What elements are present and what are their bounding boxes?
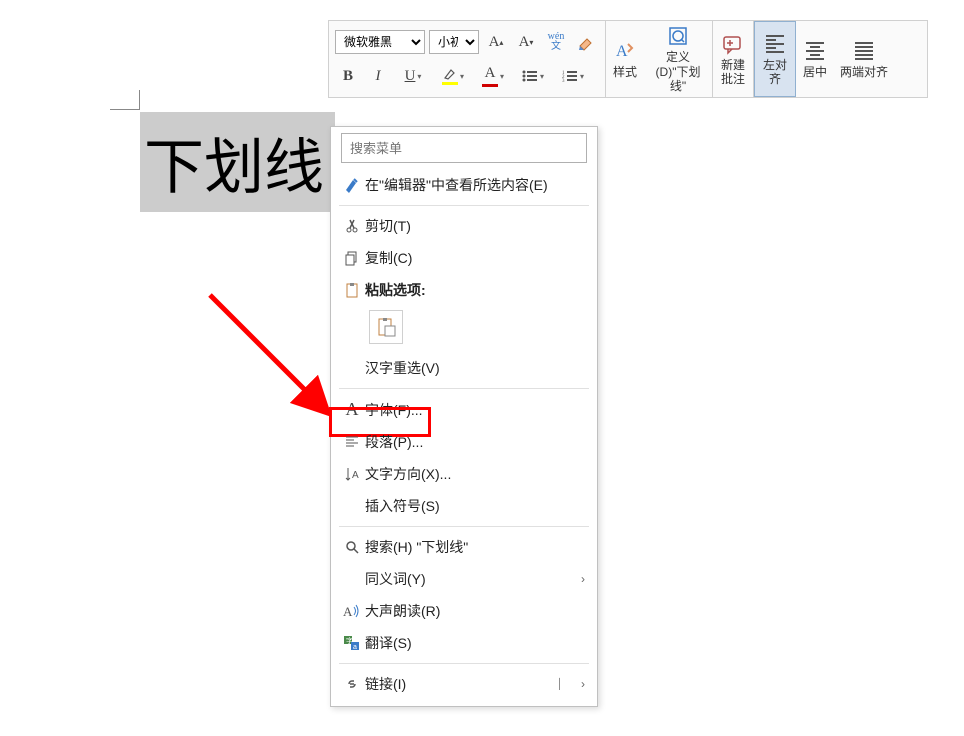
align-justify-button[interactable]: 两端对齐 bbox=[834, 21, 894, 97]
menu-copy[interactable]: 复制(C) bbox=[331, 242, 597, 274]
italic-button[interactable]: I bbox=[365, 63, 391, 89]
styles-button[interactable]: A 样式 bbox=[606, 21, 644, 97]
clear-formatting-icon[interactable] bbox=[573, 29, 599, 55]
menu-search[interactable]: 搜索(H) "下划线" bbox=[331, 531, 597, 563]
editor-icon bbox=[339, 176, 365, 194]
context-menu: 在"编辑器"中查看所选内容(E) 剪切(T) 复制(C) 粘贴选项: 汉字重选(… bbox=[330, 126, 598, 707]
menu-label: 链接(I) bbox=[365, 674, 406, 694]
svg-text:a: a bbox=[353, 644, 357, 651]
comment-icon bbox=[721, 32, 745, 56]
menu-separator bbox=[339, 205, 589, 206]
paste-icon bbox=[339, 282, 365, 298]
menu-synonyms[interactable]: 同义词(Y) › bbox=[331, 563, 597, 595]
menu-label: 粘贴选项: bbox=[365, 280, 426, 300]
menu-cut[interactable]: 剪切(T) bbox=[331, 210, 597, 242]
align-center-button[interactable]: 居中 bbox=[796, 21, 834, 97]
submenu-arrow-icon: › bbox=[581, 677, 585, 691]
menu-view-in-editor[interactable]: 在"编辑器"中查看所选内容(E) bbox=[331, 169, 597, 201]
styles-label: 样式 bbox=[613, 65, 637, 79]
decrease-font-icon[interactable]: A▾ bbox=[513, 29, 539, 55]
svg-text:A: A bbox=[616, 43, 628, 60]
submenu-arrow-icon: › bbox=[581, 572, 585, 586]
menu-label: 汉字重选(V) bbox=[365, 358, 440, 378]
ribbon-toolbar: 微软雅黑 小初 A▴ A▾ wén文 B I U▾ bbox=[328, 20, 928, 98]
menu-label: 插入符号(S) bbox=[365, 496, 440, 516]
align-center-icon bbox=[803, 39, 827, 63]
paragraph-icon bbox=[339, 434, 365, 450]
increase-font-icon[interactable]: A▴ bbox=[483, 29, 509, 55]
menu-label: 剪切(T) bbox=[365, 216, 411, 236]
align-justify-label: 两端对齐 bbox=[840, 65, 888, 79]
menu-text-direction[interactable]: A 文字方向(X)... bbox=[331, 458, 597, 490]
align-justify-icon bbox=[852, 39, 876, 63]
translate-icon: 字a bbox=[339, 635, 365, 651]
align-center-label: 居中 bbox=[803, 65, 827, 79]
menu-hanzi-reselect[interactable]: 汉字重选(V) bbox=[331, 352, 597, 384]
highlight-color-button[interactable]: ▾ bbox=[435, 63, 471, 89]
paste-option-keep-source[interactable] bbox=[369, 310, 403, 344]
numbered-list-button[interactable]: 1 2 3 ▾ bbox=[555, 63, 591, 89]
define-button[interactable]: 定义(D)"下划线" bbox=[644, 21, 712, 97]
copy-icon bbox=[339, 250, 365, 266]
menu-label: 翻译(S) bbox=[365, 633, 412, 653]
menu-label: 段落(P)... bbox=[365, 432, 423, 452]
menu-insert-symbol[interactable]: 插入符号(S) bbox=[331, 490, 597, 522]
align-left-label: 左对齐 bbox=[761, 58, 789, 87]
font-size-select[interactable]: 小初 bbox=[429, 30, 479, 54]
menu-label: 字体(F)... bbox=[365, 400, 423, 420]
read-aloud-icon: A bbox=[339, 603, 365, 619]
bullet-list-button[interactable]: ▾ bbox=[515, 63, 551, 89]
menu-label: 文字方向(X)... bbox=[365, 464, 451, 484]
align-left-button[interactable]: 左对齐 bbox=[754, 21, 796, 97]
new-comment-label: 新建批注 bbox=[719, 58, 747, 87]
menu-paragraph[interactable]: 段落(P)... bbox=[331, 426, 597, 458]
selected-text[interactable]: 下划线 bbox=[140, 112, 335, 212]
menu-separator bbox=[339, 663, 589, 664]
svg-text:3: 3 bbox=[562, 79, 565, 83]
menu-paste-header: 粘贴选项: bbox=[331, 274, 597, 306]
define-icon bbox=[666, 24, 690, 48]
search-icon bbox=[339, 539, 365, 555]
font-family-select[interactable]: 微软雅黑 bbox=[335, 30, 425, 54]
bold-button[interactable]: B bbox=[335, 63, 361, 89]
menu-search-input[interactable] bbox=[341, 133, 587, 163]
menu-font[interactable]: A 字体(F)... bbox=[331, 393, 597, 426]
menu-label: 大声朗读(R) bbox=[365, 601, 440, 621]
annotation-arrow bbox=[190, 275, 340, 425]
new-comment-button[interactable]: 新建批注 bbox=[713, 21, 753, 97]
menu-read-aloud[interactable]: A 大声朗读(R) bbox=[331, 595, 597, 627]
cut-icon bbox=[339, 218, 365, 234]
align-left-icon bbox=[763, 32, 787, 56]
define-label: 定义(D)"下划线" bbox=[650, 50, 706, 93]
menu-translate[interactable]: 字a 翻译(S) bbox=[331, 627, 597, 659]
separator-bar: │ bbox=[557, 679, 563, 690]
link-icon bbox=[339, 676, 365, 692]
text-direction-icon: A bbox=[339, 466, 365, 482]
menu-separator bbox=[339, 526, 589, 527]
page-corner-marker bbox=[110, 90, 140, 110]
menu-separator bbox=[339, 388, 589, 389]
styles-icon: A bbox=[613, 39, 637, 63]
menu-label: 复制(C) bbox=[365, 248, 412, 268]
font-color-button[interactable]: A ▾ bbox=[475, 63, 511, 89]
underline-button[interactable]: U▾ bbox=[395, 63, 431, 89]
font-icon: A bbox=[339, 399, 365, 420]
phonetic-guide-icon[interactable]: wén文 bbox=[543, 29, 569, 55]
svg-text:A: A bbox=[352, 470, 359, 481]
menu-label: 在"编辑器"中查看所选内容(E) bbox=[365, 175, 548, 195]
svg-text:A: A bbox=[343, 604, 353, 619]
menu-link[interactable]: 链接(I) │ › bbox=[331, 668, 597, 700]
menu-label: 搜索(H) "下划线" bbox=[365, 537, 468, 557]
paste-options-row bbox=[331, 306, 597, 352]
menu-label: 同义词(Y) bbox=[365, 569, 426, 589]
